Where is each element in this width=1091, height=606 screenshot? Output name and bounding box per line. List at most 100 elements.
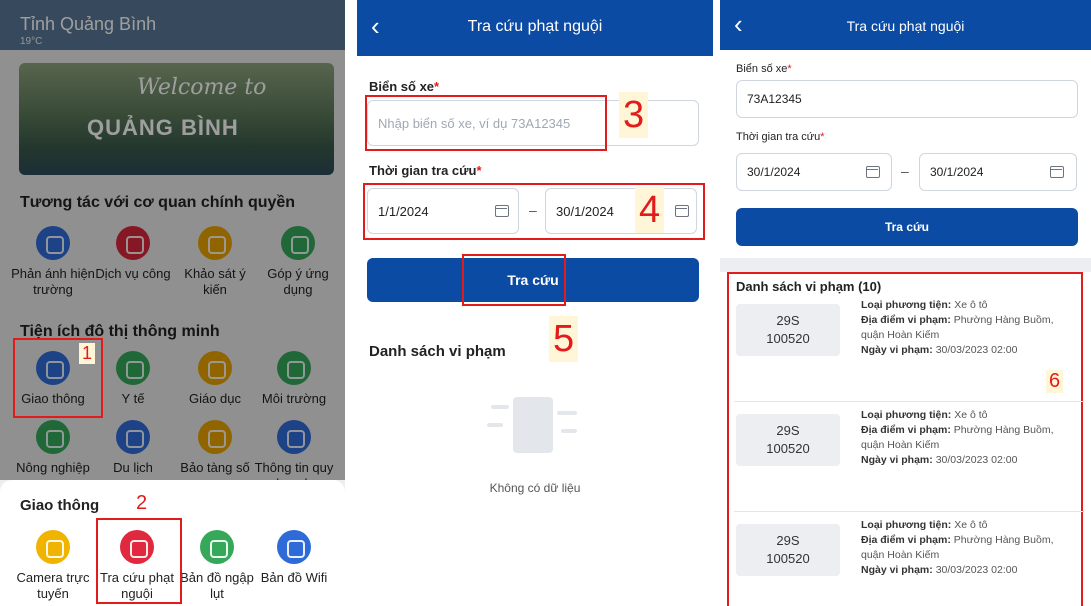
violation-date-label: Ngày vi phạm: xyxy=(861,564,933,576)
plate-line-2: 100520 xyxy=(766,441,810,456)
smart-item-education[interactable]: Giáo dục xyxy=(172,351,258,407)
gov-item-feedback[interactable]: Góp ý ứng dụng xyxy=(255,226,341,298)
violation-place-row: Địa điểm vi phạm: Phường Hàng Buồm, quận… xyxy=(861,313,1079,343)
highlight-box-2 xyxy=(96,518,182,604)
search-button[interactable]: Tra cứu xyxy=(736,208,1078,246)
vehicle-type-value: Xe ô tô xyxy=(954,299,988,311)
plate-line-1: 29S xyxy=(776,423,800,438)
welcome-banner[interactable]: Welcome to QUẢNG BÌNH xyxy=(19,63,334,175)
agriculture-icon xyxy=(36,420,70,454)
sheet-item-label: Camera trực tuyến xyxy=(16,570,90,601)
violation-date-value: 30/03/2023 02:00 xyxy=(935,564,1018,576)
vehicle-type-label: Loại phương tiện: xyxy=(861,409,952,421)
banner-welcome-text: Welcome to xyxy=(137,75,267,100)
plate-label: Biển số xe* xyxy=(369,79,440,94)
vehicle-type-label: Loại phương tiện: xyxy=(861,299,952,311)
violations-list-title: Danh sách vi phạm xyxy=(369,343,506,360)
education-icon xyxy=(198,351,232,385)
violation-date-label: Ngày vi phạm: xyxy=(861,344,933,356)
megaphone-icon xyxy=(36,226,70,260)
date-from-value: 30/1/2024 xyxy=(747,165,801,179)
wifi-icon xyxy=(277,530,311,564)
vehicle-type-label: Loại phương tiện: xyxy=(861,519,952,531)
violation-plate: 29S 100520 xyxy=(736,524,840,576)
violation-place-row: Địa điểm vi phạm: Phường Hàng Buồm, quận… xyxy=(861,423,1079,453)
temperature: 19°C xyxy=(20,36,43,47)
violation-info: Loại phương tiện: Xe ô tô Địa điểm vi ph… xyxy=(861,518,1079,578)
gov-item-survey[interactable]: Khảo sát ý kiến xyxy=(172,226,258,298)
sheet-item-flood-map[interactable]: Bản đồ ngập lụt xyxy=(174,530,260,602)
sheet-item-camera[interactable]: Camera trực tuyến xyxy=(10,530,96,602)
smart-item-label: Nông nghiệp xyxy=(16,460,90,475)
tourism-icon xyxy=(116,420,150,454)
fine-lookup-results-panel: ‹ Tra cứu phạt nguội Biển số xe* 73A1234… xyxy=(720,0,1091,606)
empty-document-icon xyxy=(487,395,577,457)
violation-place-label: Địa điểm vi phạm: xyxy=(861,534,951,546)
page-title: Tra cứu phạt nguội xyxy=(467,18,603,35)
gov-item-label: Phản ánh hiện trường xyxy=(11,266,95,297)
smart-item-label: Môi trường xyxy=(261,391,327,406)
vehicle-type-row: Loại phương tiện: Xe ô tô xyxy=(861,408,1079,423)
smart-item-agriculture[interactable]: Nông nghiệp xyxy=(10,420,96,476)
violation-info: Loại phương tiện: Xe ô tô Địa điểm vi ph… xyxy=(861,298,1079,358)
camera-icon xyxy=(36,530,70,564)
violation-card[interactable]: 29S 100520 Loại phương tiện: Xe ô tô Địa … xyxy=(734,510,1084,606)
plate-input[interactable]: 73A12345 xyxy=(736,80,1078,118)
calendar-icon[interactable] xyxy=(1050,166,1064,178)
app-header: ‹ Tra cứu phạt nguội xyxy=(720,0,1091,50)
service-icon xyxy=(116,226,150,260)
smart-item-label: Giáo dục xyxy=(188,391,242,406)
plate-line-2: 100520 xyxy=(766,551,810,566)
step-marker-5: 5 xyxy=(549,316,579,362)
app-header: ‹ Tra cứu phạt nguội xyxy=(357,0,713,56)
smart-item-environment[interactable]: Môi trường xyxy=(251,351,337,407)
gov-item-report[interactable]: Phản ánh hiện trường xyxy=(10,226,96,298)
violation-date-row: Ngày vi phạm: 30/03/2023 02:00 xyxy=(861,343,1079,358)
sheet-item-wifi-map[interactable]: Bản đồ Wifi xyxy=(251,530,337,586)
violation-date-row: Ngày vi phạm: 30/03/2023 02:00 xyxy=(861,563,1079,578)
home-screen-panel: Tỉnh Quảng Bình 19°C Welcome to QUẢNG BÌ… xyxy=(0,0,345,606)
section-divider xyxy=(720,258,1091,272)
violation-plate: 29S 100520 xyxy=(736,414,840,466)
gov-item-label: Khảo sát ý kiến xyxy=(184,266,246,297)
date-separator: – xyxy=(901,163,909,179)
calendar-icon[interactable] xyxy=(866,166,880,178)
step-marker-4: 4 xyxy=(635,187,665,233)
banner-province-text: QUẢNG BÌNH xyxy=(87,115,239,140)
smart-item-label: Du lịch xyxy=(113,460,153,475)
date-to-value: 30/1/2024 xyxy=(930,165,984,179)
step-marker-3: 3 xyxy=(619,92,649,138)
fine-lookup-empty-panel: ‹ Tra cứu phạt nguội Biển số xe* Nhập bi… xyxy=(357,0,713,606)
smart-item-museum[interactable]: Bảo tàng số xyxy=(172,420,258,476)
planning-icon xyxy=(277,420,311,454)
health-icon xyxy=(116,351,150,385)
flood-map-icon xyxy=(200,530,234,564)
gov-item-public-service[interactable]: Dịch vụ công xyxy=(90,226,176,282)
violation-place-row: Địa điểm vi phạm: Phường Hàng Buồm, quận… xyxy=(861,533,1079,563)
gov-item-label: Góp ý ứng dụng xyxy=(267,266,329,297)
environment-icon xyxy=(277,351,311,385)
vehicle-type-row: Loại phương tiện: Xe ô tô xyxy=(861,298,1079,313)
violation-card[interactable]: 29S 100520 Loại phương tiện: Xe ô tô Địa … xyxy=(734,400,1084,512)
smart-item-tourism[interactable]: Du lịch xyxy=(90,420,176,476)
plate-label: Biển số xe* xyxy=(736,63,792,75)
sheet-item-label: Bản đồ ngập lụt xyxy=(180,570,254,601)
time-label: Thời gian tra cứu* xyxy=(736,131,825,143)
vehicle-type-value: Xe ô tô xyxy=(954,409,988,421)
gov-item-label: Dịch vụ công xyxy=(95,266,171,281)
step-marker-1: 1 xyxy=(79,343,96,364)
step-marker-2: 2 xyxy=(136,492,148,514)
plate-line-1: 29S xyxy=(776,313,800,328)
section-gov-title: Tương tác với cơ quan chính quyền xyxy=(20,194,296,211)
violation-date-value: 30/03/2023 02:00 xyxy=(935,454,1018,466)
vehicle-type-row: Loại phương tiện: Xe ô tô xyxy=(861,518,1079,533)
violation-place-label: Địa điểm vi phạm: xyxy=(861,424,951,436)
survey-icon xyxy=(198,226,232,260)
violation-place-label: Địa điểm vi phạm: xyxy=(861,314,951,326)
province-name: Tỉnh Quảng Bình xyxy=(20,14,157,34)
museum-icon xyxy=(198,420,232,454)
time-label: Thời gian tra cứu* xyxy=(369,163,482,178)
violation-card[interactable]: 29S 100520 Loại phương tiện: Xe ô tô Địa … xyxy=(734,290,1084,402)
empty-state-text: Không có dữ liệu xyxy=(489,481,581,495)
plate-line-1: 29S xyxy=(776,533,800,548)
